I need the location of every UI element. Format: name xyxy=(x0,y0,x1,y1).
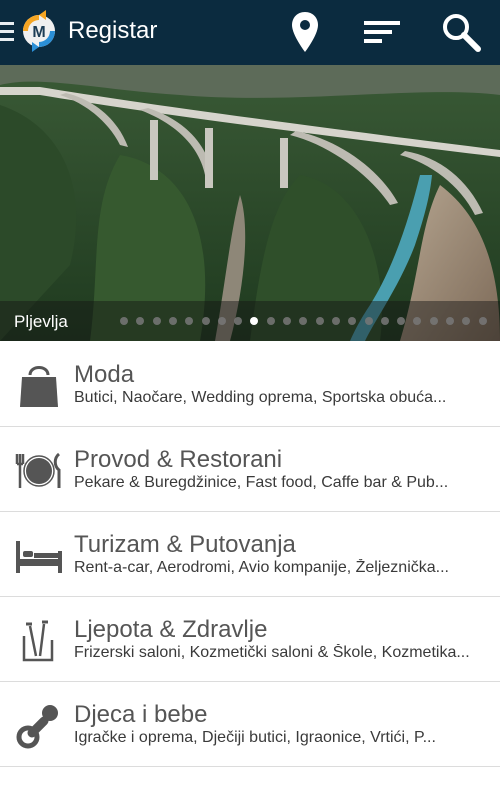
slider-dot[interactable] xyxy=(136,317,145,325)
menu-icon[interactable] xyxy=(0,22,14,42)
slider-dot[interactable] xyxy=(217,317,226,325)
category-item-next[interactable] xyxy=(0,768,500,788)
category-title: Provod & Restorani xyxy=(74,446,283,473)
bed-icon xyxy=(16,541,62,573)
hero-image xyxy=(0,65,500,341)
slider-dot[interactable] xyxy=(380,317,389,325)
slider-dot[interactable] xyxy=(429,317,438,325)
plate-cutlery-icon xyxy=(15,452,61,488)
category-item-ljepota[interactable]: Ljepota & Zdravlje Frizerski saloni, Koz… xyxy=(0,598,500,682)
toothbrush-icon xyxy=(22,620,54,662)
slider-dot[interactable] xyxy=(299,317,308,325)
slider-dot[interactable] xyxy=(120,317,128,325)
slider-dot[interactable] xyxy=(462,317,471,325)
app-bar: M Registar xyxy=(0,0,500,65)
slider-dot[interactable] xyxy=(364,317,373,325)
app-title: Registar xyxy=(68,17,158,44)
slider-dot[interactable] xyxy=(152,317,161,325)
slider-dot[interactable] xyxy=(397,317,406,325)
slider-dot[interactable] xyxy=(478,317,487,325)
category-item-provod[interactable]: Provod & Restorani Pekare & Buregdžinice… xyxy=(0,428,500,512)
filter-icon[interactable] xyxy=(360,10,406,54)
slider-dot[interactable] xyxy=(168,317,177,325)
category-subtitle: Igračke i oprema, Dječiji butici, Igraon… xyxy=(74,729,436,746)
category-subtitle: Rent-a-car, Aerodromi, Avio kompanije, Ž… xyxy=(74,559,449,576)
app-logo[interactable]: M xyxy=(16,8,62,54)
category-item-moda[interactable]: Moda Butici, Naočare, Wedding oprema, Sp… xyxy=(0,343,500,427)
slider-dot[interactable] xyxy=(283,317,291,325)
slider-dots[interactable] xyxy=(120,317,495,327)
category-subtitle: Butici, Naočare, Wedding oprema, Sportsk… xyxy=(74,389,447,406)
search-icon[interactable] xyxy=(438,10,484,54)
slider-dot[interactable] xyxy=(234,317,243,325)
slider-dot[interactable] xyxy=(331,317,340,325)
slider-dot[interactable] xyxy=(315,317,324,325)
category-subtitle: Frizerski saloni, Kozmetički saloni & Šk… xyxy=(74,644,470,661)
shopping-bag-icon xyxy=(20,366,58,407)
slider-dot[interactable] xyxy=(266,317,275,325)
category-title: Moda xyxy=(74,361,135,388)
category-title: Djeca i bebe xyxy=(74,701,208,728)
slider-dot[interactable] xyxy=(185,317,194,325)
slider-dot[interactable] xyxy=(413,317,422,325)
slider-dot[interactable] xyxy=(201,317,210,325)
category-subtitle: Pekare & Buregdžinice, Fast food, Caffe … xyxy=(74,474,449,491)
slider-dot-active[interactable] xyxy=(250,317,259,325)
pacifier-icon xyxy=(16,705,58,749)
slider-dot[interactable] xyxy=(348,317,357,325)
category-title: Turizam & Putovanja xyxy=(74,531,296,558)
category-item-djeca[interactable]: Djeca i bebe Igračke i oprema, Dječiji b… xyxy=(0,683,500,767)
category-title: Ljepota & Zdravlje xyxy=(74,616,268,643)
svg-text:M: M xyxy=(32,24,45,41)
category-item-turizam[interactable]: Turizam & Putovanja Rent-a-car, Aerodrom… xyxy=(0,513,500,597)
slider-dot[interactable] xyxy=(446,317,454,325)
hero-slider[interactable]: Pljevlja xyxy=(0,65,500,341)
location-pin-icon[interactable] xyxy=(288,10,322,54)
hero-caption: Pljevlja xyxy=(14,312,68,331)
